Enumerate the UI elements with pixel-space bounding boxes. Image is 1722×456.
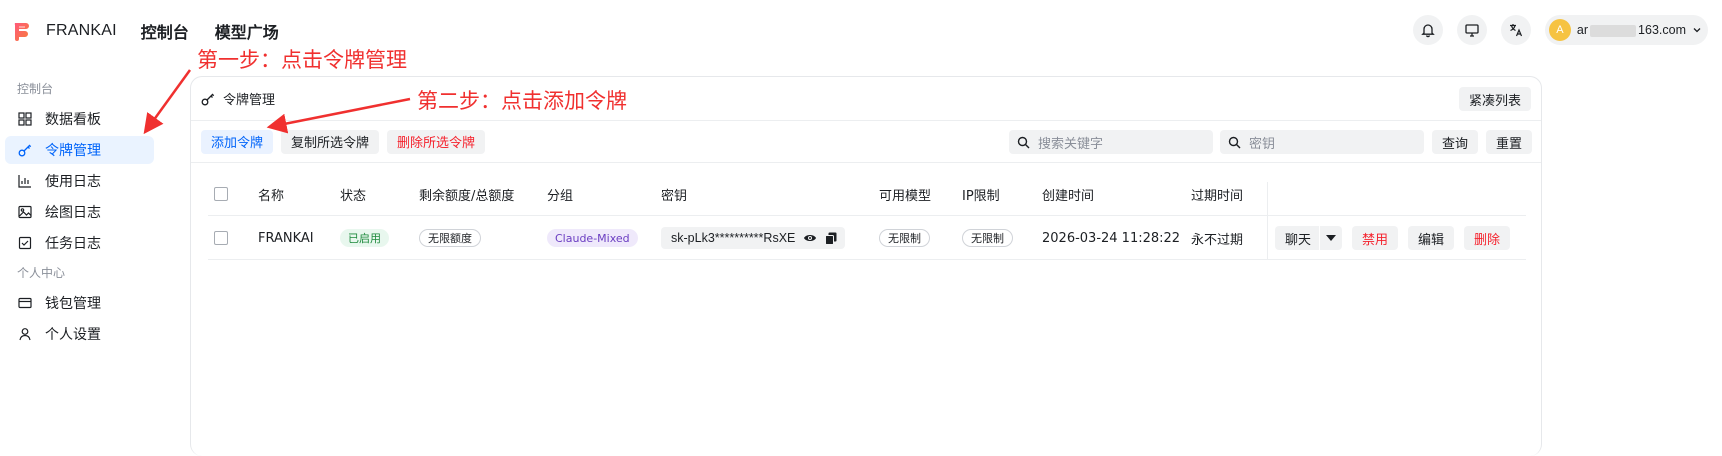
table-row[interactable]: FRANKAI 已启用 无限额度 Claude-Mixed sk-pLk3***… xyxy=(208,182,1526,260)
expire-time: 永不过期 xyxy=(1191,232,1244,248)
language-button[interactable] xyxy=(1500,15,1531,45)
email-redaction xyxy=(1590,24,1637,37)
status-badge: 已启用 xyxy=(340,229,389,247)
col-name[interactable]: 名称 xyxy=(258,172,284,216)
user-icon xyxy=(17,326,33,342)
disable-button[interactable]: 禁用 xyxy=(1352,226,1399,250)
edit-button[interactable]: 编辑 xyxy=(1408,226,1455,250)
add-token-button[interactable]: 添加令牌 xyxy=(201,129,274,154)
delete-button[interactable]: 删除 xyxy=(1464,226,1511,250)
brand-name: FRANKAI xyxy=(46,22,117,39)
sidebar-item-label: 钱包管理 xyxy=(45,296,101,312)
sidebar-item-label: 任务日志 xyxy=(45,236,101,252)
sidebar-item-settings[interactable]: 个人设置 xyxy=(5,320,154,348)
group-badge: Claude-Mixed xyxy=(547,229,638,247)
chat-button[interactable]: 聊天 xyxy=(1275,226,1320,250)
sidebar-item-usage-log[interactable]: 使用日志 xyxy=(5,167,154,195)
app-root: FRANKAI 控制台 模型广场 A ar 163.com 控制台 数据看板 令… xyxy=(0,0,1722,456)
sidebar-section-personal: 个人中心 xyxy=(17,266,66,280)
sidebar-item-task-log[interactable]: 任务日志 xyxy=(5,229,154,257)
token-panel: 令牌管理 紧凑列表 添加令牌 复制所选令牌 删除所选令牌 搜索关键字 密钥 查询… xyxy=(190,76,1542,456)
created-time: 2026-03-24 11:28:22 xyxy=(1042,230,1181,246)
select-all-checkbox[interactable] xyxy=(214,187,228,201)
sidebar-item-drawing-log[interactable]: 绘图日志 xyxy=(5,198,154,226)
actions-divider xyxy=(1267,182,1268,260)
panel-header: 令牌管理 紧凑列表 xyxy=(191,77,1541,121)
panel-title: 令牌管理 xyxy=(223,93,276,108)
col-models[interactable]: 可用模型 xyxy=(879,172,931,216)
col-quota[interactable]: 剩余额度/总额度 xyxy=(419,172,514,216)
monitor-icon xyxy=(1465,24,1479,37)
sidebar-item-label: 使用日志 xyxy=(45,174,101,190)
col-key[interactable]: 密钥 xyxy=(661,172,687,216)
display-button[interactable] xyxy=(1456,15,1487,45)
nav-console[interactable]: 控制台 xyxy=(141,19,189,43)
eye-icon[interactable] xyxy=(803,232,817,244)
brand-logo-icon xyxy=(14,23,29,41)
compact-list-button[interactable]: 紧凑列表 xyxy=(1458,87,1531,111)
col-ip[interactable]: IP限制 xyxy=(962,172,1000,216)
sidebar-item-wallet[interactable]: 钱包管理 xyxy=(5,289,154,317)
ip-badge: 无限制 xyxy=(962,229,1013,247)
bell-icon xyxy=(1421,24,1435,38)
key-icon xyxy=(17,142,33,158)
copy-icon[interactable] xyxy=(825,232,837,245)
user-menu[interactable]: A ar 163.com xyxy=(1544,15,1708,45)
sidebar-item-dashboard[interactable]: 数据看板 xyxy=(5,105,154,133)
sidebar-item-label: 绘图日志 xyxy=(45,205,101,221)
query-button[interactable]: 查询 xyxy=(1432,130,1479,154)
task-icon xyxy=(17,235,33,251)
notification-button[interactable] xyxy=(1412,15,1443,45)
row-checkbox[interactable] xyxy=(214,231,228,245)
col-created[interactable]: 创建时间 xyxy=(1042,172,1094,216)
chat-dropdown-button[interactable] xyxy=(1320,226,1343,250)
search-icon xyxy=(1017,136,1030,149)
header-actions: A ar 163.com xyxy=(1399,15,1708,45)
sidebar-item-label: 数据看板 xyxy=(45,112,101,128)
copy-selected-button[interactable]: 复制所选令牌 xyxy=(281,129,380,154)
brand[interactable]: FRANKAI xyxy=(12,21,117,41)
translate-icon xyxy=(1509,24,1522,37)
avatar: A xyxy=(1548,19,1571,41)
token-name: FRANKAI xyxy=(258,230,314,246)
col-status[interactable]: 状态 xyxy=(340,172,366,216)
token-key[interactable]: sk-pLk3**********RsXE xyxy=(661,227,846,249)
quota-badge: 无限额度 xyxy=(419,229,481,247)
chart-icon xyxy=(17,173,33,189)
token-key-text: sk-pLk3**********RsXE xyxy=(671,231,796,245)
dashboard-icon xyxy=(17,111,33,127)
delete-selected-button[interactable]: 删除所选令牌 xyxy=(387,129,486,154)
token-table: 名称 状态 剩余额度/总额度 分组 密钥 可用模型 IP限制 创建时间 过期时间… xyxy=(208,172,1526,260)
key-placeholder: 密钥 xyxy=(1249,136,1276,152)
key-search-input[interactable]: 密钥 xyxy=(1220,130,1424,154)
sidebar-item-tokens[interactable]: 令牌管理 xyxy=(5,136,154,164)
annotation-step2: 第二步：点击添加令牌 xyxy=(417,89,627,113)
sidebar-item-label: 令牌管理 xyxy=(45,143,101,159)
sidebar-section-console: 控制台 xyxy=(17,82,54,96)
user-email: ar 163.com xyxy=(1576,23,1686,37)
col-group[interactable]: 分组 xyxy=(547,172,573,216)
col-expires[interactable]: 过期时间 xyxy=(1191,172,1243,216)
search-icon xyxy=(1228,136,1241,149)
annotation-step1: 第一步：点击令牌管理 xyxy=(197,48,407,72)
key-icon xyxy=(201,93,215,105)
search-input[interactable]: 搜索关键字 xyxy=(1009,130,1213,154)
sidebar-item-label: 个人设置 xyxy=(45,327,101,343)
wallet-icon xyxy=(17,295,33,311)
search-placeholder: 搜索关键字 xyxy=(1038,136,1104,152)
nav-model-square[interactable]: 模型广场 xyxy=(215,19,279,43)
toolbar: 添加令牌 复制所选令牌 删除所选令牌 搜索关键字 密钥 查询 重置 xyxy=(191,121,1541,163)
image-icon xyxy=(17,204,33,220)
sidebar: 控制台 数据看板 令牌管理 使用日志 绘图日志 任务日志 个人中心 钱包管理 个… xyxy=(0,76,190,456)
reset-button[interactable]: 重置 xyxy=(1486,130,1533,154)
caret-down-icon xyxy=(1326,235,1337,241)
table-header-row: 名称 状态 剩余额度/总额度 分组 密钥 可用模型 IP限制 创建时间 过期时间 xyxy=(208,172,1526,216)
chevron-down-icon xyxy=(1693,28,1701,33)
models-badge: 无限制 xyxy=(879,229,930,247)
